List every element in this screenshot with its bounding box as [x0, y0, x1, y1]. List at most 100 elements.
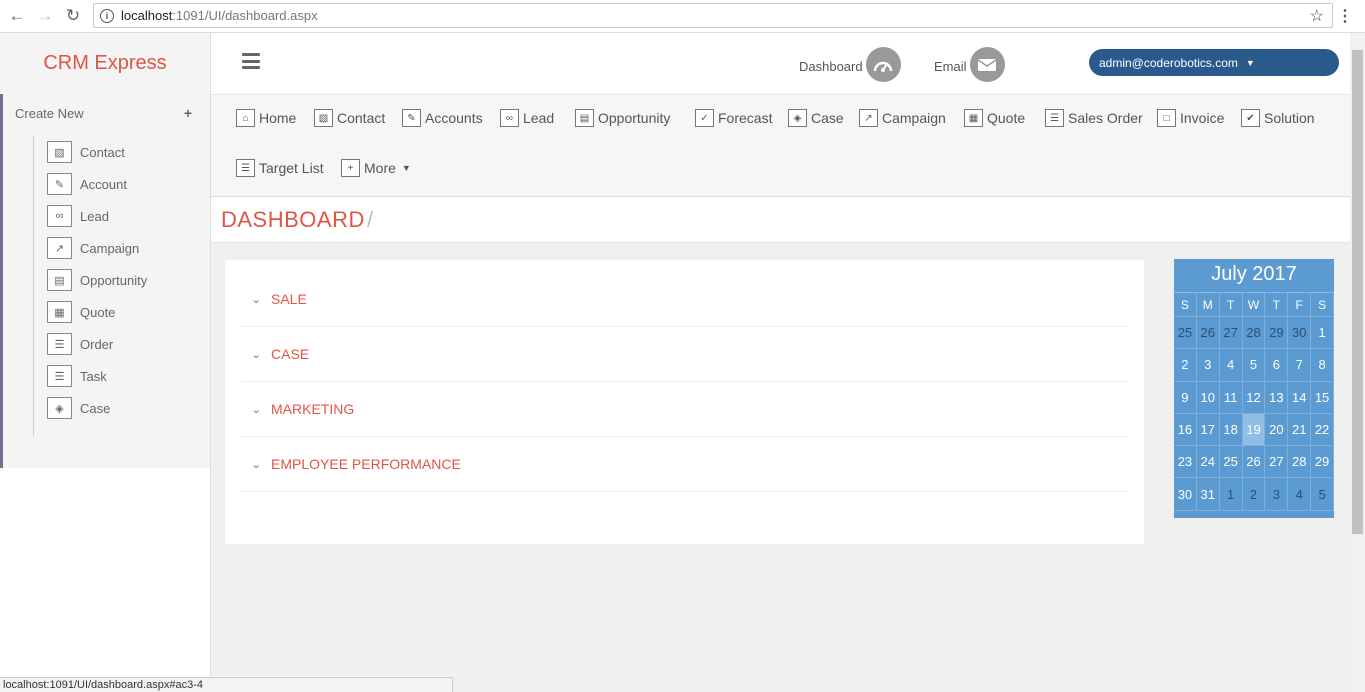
calendar-day[interactable]: 26: [1242, 446, 1266, 479]
create-item-label: Lead: [80, 208, 109, 224]
calendar-day[interactable]: 2: [1174, 349, 1197, 382]
calendar-weekday: S: [1311, 293, 1334, 317]
calendar-day[interactable]: 9: [1174, 381, 1197, 414]
calendar-day[interactable]: 12: [1242, 381, 1266, 414]
calendar-day[interactable]: 18: [1219, 413, 1243, 447]
menu-accounts[interactable]: ✎ Accounts: [402, 109, 483, 127]
address-bar[interactable]: i localhost:1091/UI/dashboard.aspx ☆: [93, 3, 1333, 28]
accordion-sale[interactable]: ⌄ SALE: [241, 272, 1128, 327]
create-task-item[interactable]: ☰ Task: [47, 360, 147, 392]
create-order-item[interactable]: ☰ Order: [47, 328, 147, 360]
calendar-day[interactable]: 26: [1196, 317, 1220, 350]
page-scrollbar-thumb[interactable]: [1352, 50, 1363, 534]
calendar-day[interactable]: 15: [1311, 381, 1334, 414]
create-campaign-item[interactable]: ↗ Campaign: [47, 232, 147, 264]
calendar-day[interactable]: 28: [1242, 317, 1266, 350]
calendar-day[interactable]: 3: [1265, 478, 1289, 511]
menu-quote[interactable]: ▦ Quote: [964, 109, 1025, 127]
calendar-day[interactable]: 30: [1174, 478, 1197, 511]
calendar-day[interactable]: 7: [1288, 349, 1312, 382]
menu-target-list[interactable]: ☰ Target List: [236, 159, 324, 177]
calendar-day[interactable]: 27: [1265, 446, 1289, 479]
accordion-label: CASE: [271, 346, 310, 362]
plus-icon[interactable]: +: [184, 105, 192, 121]
menu-label: Sales Order: [1068, 110, 1143, 126]
menu-solution[interactable]: ✔ Solution: [1241, 109, 1315, 127]
calendar-day[interactable]: 13: [1265, 381, 1289, 414]
calendar-day[interactable]: 11: [1219, 381, 1243, 414]
bookmark-star-icon[interactable]: ☆: [1310, 6, 1324, 26]
accordion-label: SALE: [271, 291, 307, 307]
calendar-day[interactable]: 29: [1265, 317, 1289, 350]
calendar-day[interactable]: 21: [1288, 413, 1312, 447]
calendar-day[interactable]: 5: [1311, 478, 1334, 511]
calendar-day[interactable]: 2: [1242, 478, 1266, 511]
hamburger-menu-icon[interactable]: [242, 53, 260, 69]
handshake-icon: ∞: [500, 109, 519, 127]
user-menu-button[interactable]: admin@coderobotics.com ▼: [1089, 49, 1339, 76]
calendar-day[interactable]: 30: [1288, 317, 1312, 350]
calendar-day[interactable]: 1: [1219, 478, 1243, 511]
calendar-day[interactable]: 31: [1196, 478, 1220, 511]
calendar-day[interactable]: 24: [1196, 446, 1220, 479]
menu-label: Accounts: [425, 110, 483, 126]
chevron-down-icon: ⌄: [250, 293, 262, 306]
menu-sales-order[interactable]: ☰ Sales Order: [1045, 109, 1143, 127]
accordion-employee-performance[interactable]: ⌄ EMPLOYEE PERFORMANCE: [241, 437, 1128, 492]
email-link[interactable]: Email: [934, 47, 1005, 82]
calendar-day[interactable]: 27: [1219, 317, 1243, 350]
accordion-marketing[interactable]: ⌄ MARKETING: [241, 382, 1128, 437]
list-icon: ☰: [47, 333, 72, 355]
calendar-day[interactable]: 3: [1196, 349, 1220, 382]
menu-contact[interactable]: ▧ Contact: [314, 109, 385, 127]
create-quote-item[interactable]: ▦ Quote: [47, 296, 147, 328]
menu-campaign[interactable]: ↗ Campaign: [859, 109, 946, 127]
menu-home[interactable]: ⌂ Home: [236, 109, 296, 127]
calendar-day[interactable]: 22: [1311, 413, 1334, 447]
calendar-weekday: W: [1242, 293, 1266, 317]
handshake-icon: ∞: [47, 205, 72, 227]
menu-invoice[interactable]: □ Invoice: [1157, 109, 1224, 127]
create-account-item[interactable]: ✎ Account: [47, 168, 147, 200]
forward-arrow-icon[interactable]: →: [34, 5, 56, 27]
create-contact-item[interactable]: ▧ Contact: [47, 136, 147, 168]
create-lead-item[interactable]: ∞ Lead: [47, 200, 147, 232]
calendar-day[interactable]: 4: [1219, 349, 1243, 382]
create-item-label: Order: [80, 336, 114, 352]
calendar-day[interactable]: 16: [1174, 413, 1197, 447]
menu-lead[interactable]: ∞ Lead: [500, 109, 554, 127]
calendar-day[interactable]: 19: [1242, 413, 1266, 447]
calendar-day[interactable]: 20: [1265, 413, 1289, 447]
brand-logo[interactable]: CRM Express: [43, 52, 166, 75]
calendar-day[interactable]: 17: [1196, 413, 1220, 447]
create-new-header[interactable]: Create New +: [3, 94, 210, 132]
menu-forecast[interactable]: ✓ Forecast: [695, 109, 772, 127]
menu-case[interactable]: ◈ Case: [788, 109, 844, 127]
reload-icon[interactable]: ↻: [62, 5, 84, 27]
create-opportunity-item[interactable]: ▤ Opportunity: [47, 264, 147, 296]
calendar-day[interactable]: 25: [1219, 446, 1243, 479]
calendar-day[interactable]: 23: [1174, 446, 1197, 479]
back-arrow-icon[interactable]: ←: [6, 5, 28, 27]
dashboard-link[interactable]: Dashboard: [799, 47, 901, 82]
menu-opportunity[interactable]: ▤ Opportunity: [575, 109, 670, 127]
calendar-day[interactable]: 10: [1196, 381, 1220, 414]
calendar-day[interactable]: 14: [1288, 381, 1312, 414]
menu-more[interactable]: + More ▼: [341, 159, 411, 177]
info-icon[interactable]: i: [100, 8, 114, 23]
browser-menu-icon[interactable]: ⋮: [1337, 6, 1353, 26]
calendar-day[interactable]: 1: [1311, 317, 1334, 350]
create-case-item[interactable]: ◈ Case: [47, 392, 147, 424]
calendar-title[interactable]: July 2017: [1174, 259, 1334, 293]
calendar-day[interactable]: 6: [1265, 349, 1289, 382]
calendar-day[interactable]: 5: [1242, 349, 1266, 382]
menu-label: Target List: [259, 160, 324, 176]
calculator-icon: ▦: [964, 109, 983, 127]
calendar-day[interactable]: 29: [1311, 446, 1334, 479]
calendar-day[interactable]: 4: [1288, 478, 1312, 511]
calendar-day[interactable]: 28: [1288, 446, 1312, 479]
calendar-day[interactable]: 25: [1174, 317, 1197, 350]
calendar-day[interactable]: 8: [1311, 349, 1334, 382]
accordion-case[interactable]: ⌄ CASE: [241, 327, 1128, 382]
page-title: DASHBOARD: [221, 207, 365, 232]
